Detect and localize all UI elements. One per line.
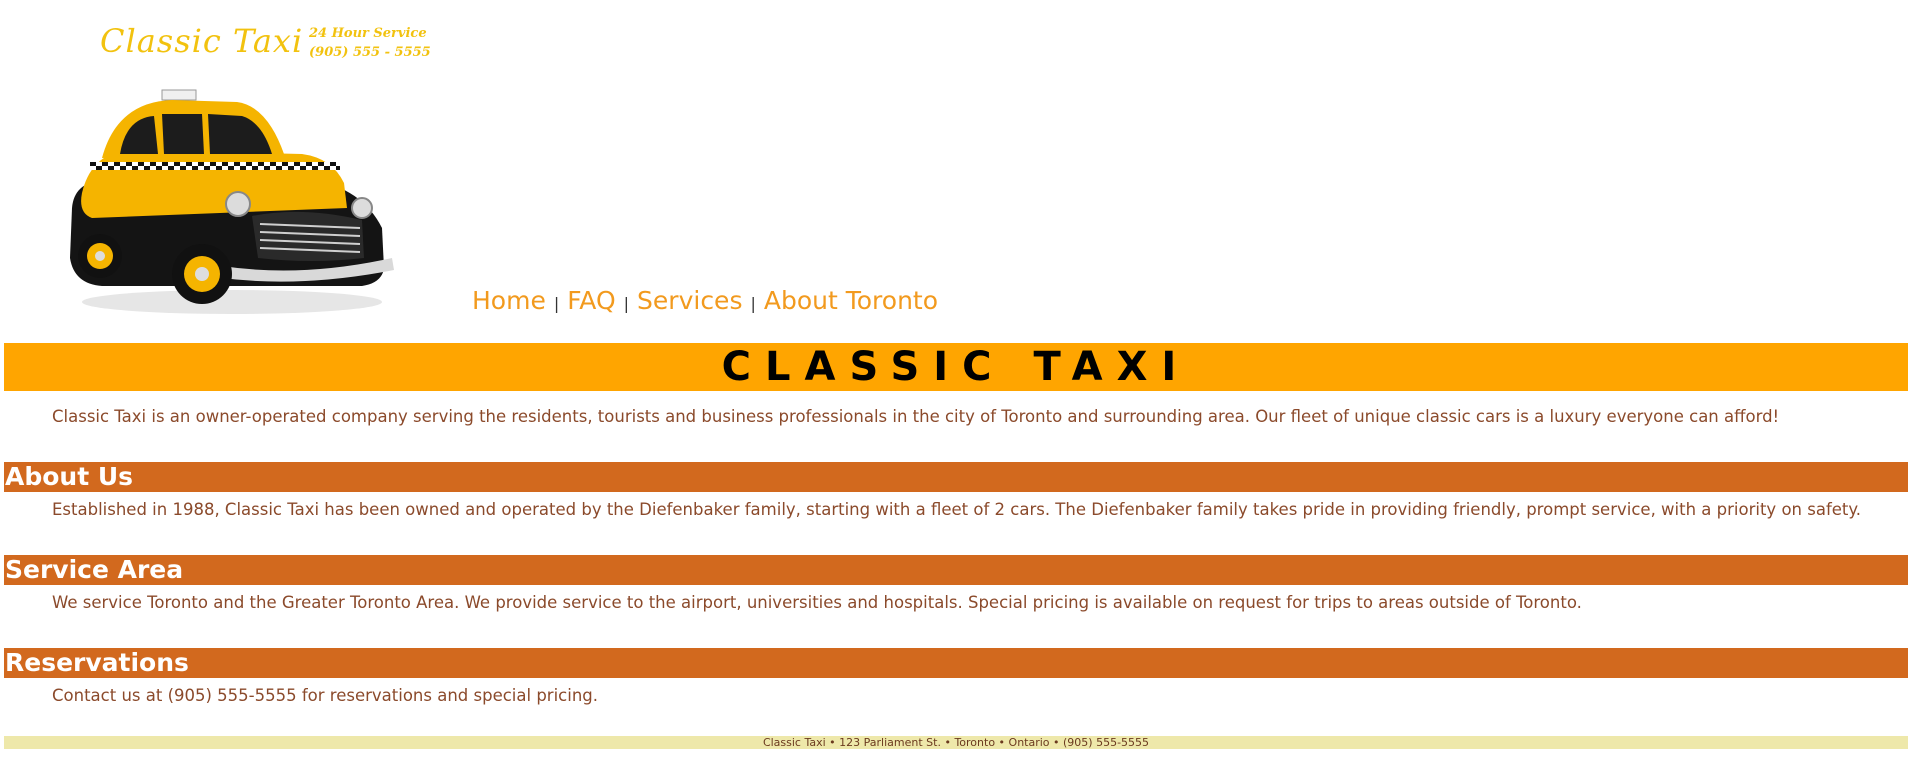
nav-separator: |	[623, 294, 630, 313]
reservations-paragraph: Contact us at (905) 555-5555 for reserva…	[52, 686, 598, 705]
section-heading-about-us: About Us	[4, 462, 1908, 492]
intro-paragraph: Classic Taxi is an owner-operated compan…	[52, 407, 1780, 426]
nav-link-about-toronto[interactable]: About Toronto	[764, 286, 938, 315]
taxi-image	[62, 88, 402, 320]
nav-link-home[interactable]: Home	[472, 286, 546, 315]
service-phone: (905) 555 - 5555	[309, 45, 431, 60]
main-nav: Home | FAQ | Services | About Toronto	[472, 286, 938, 315]
nav-separator: |	[750, 294, 756, 313]
service-area-paragraph: We service Toronto and the Greater Toron…	[52, 593, 1582, 612]
service-hours: 24 Hour Service	[309, 26, 427, 41]
page-title-banner: CLASSIC TAXI	[4, 343, 1908, 391]
section-heading-reservations: Reservations	[4, 648, 1908, 678]
logo-title: Classic Taxi	[100, 22, 304, 60]
nav-link-faq[interactable]: FAQ	[567, 286, 615, 315]
nav-separator: |	[553, 294, 560, 313]
about-us-paragraph: Established in 1988, Classic Taxi has be…	[52, 500, 1862, 519]
page-header: Classic Taxi 24 Hour Service (905) 555 -…	[0, 0, 1916, 340]
nav-link-services[interactable]: Services	[637, 286, 742, 315]
taxi-car-icon	[70, 89, 394, 314]
page-footer: Classic Taxi • 123 Parliament St. • Toro…	[4, 736, 1908, 749]
section-heading-service-area: Service Area	[4, 555, 1908, 585]
service-info: 24 Hour Service (905) 555 - 5555	[309, 24, 431, 62]
